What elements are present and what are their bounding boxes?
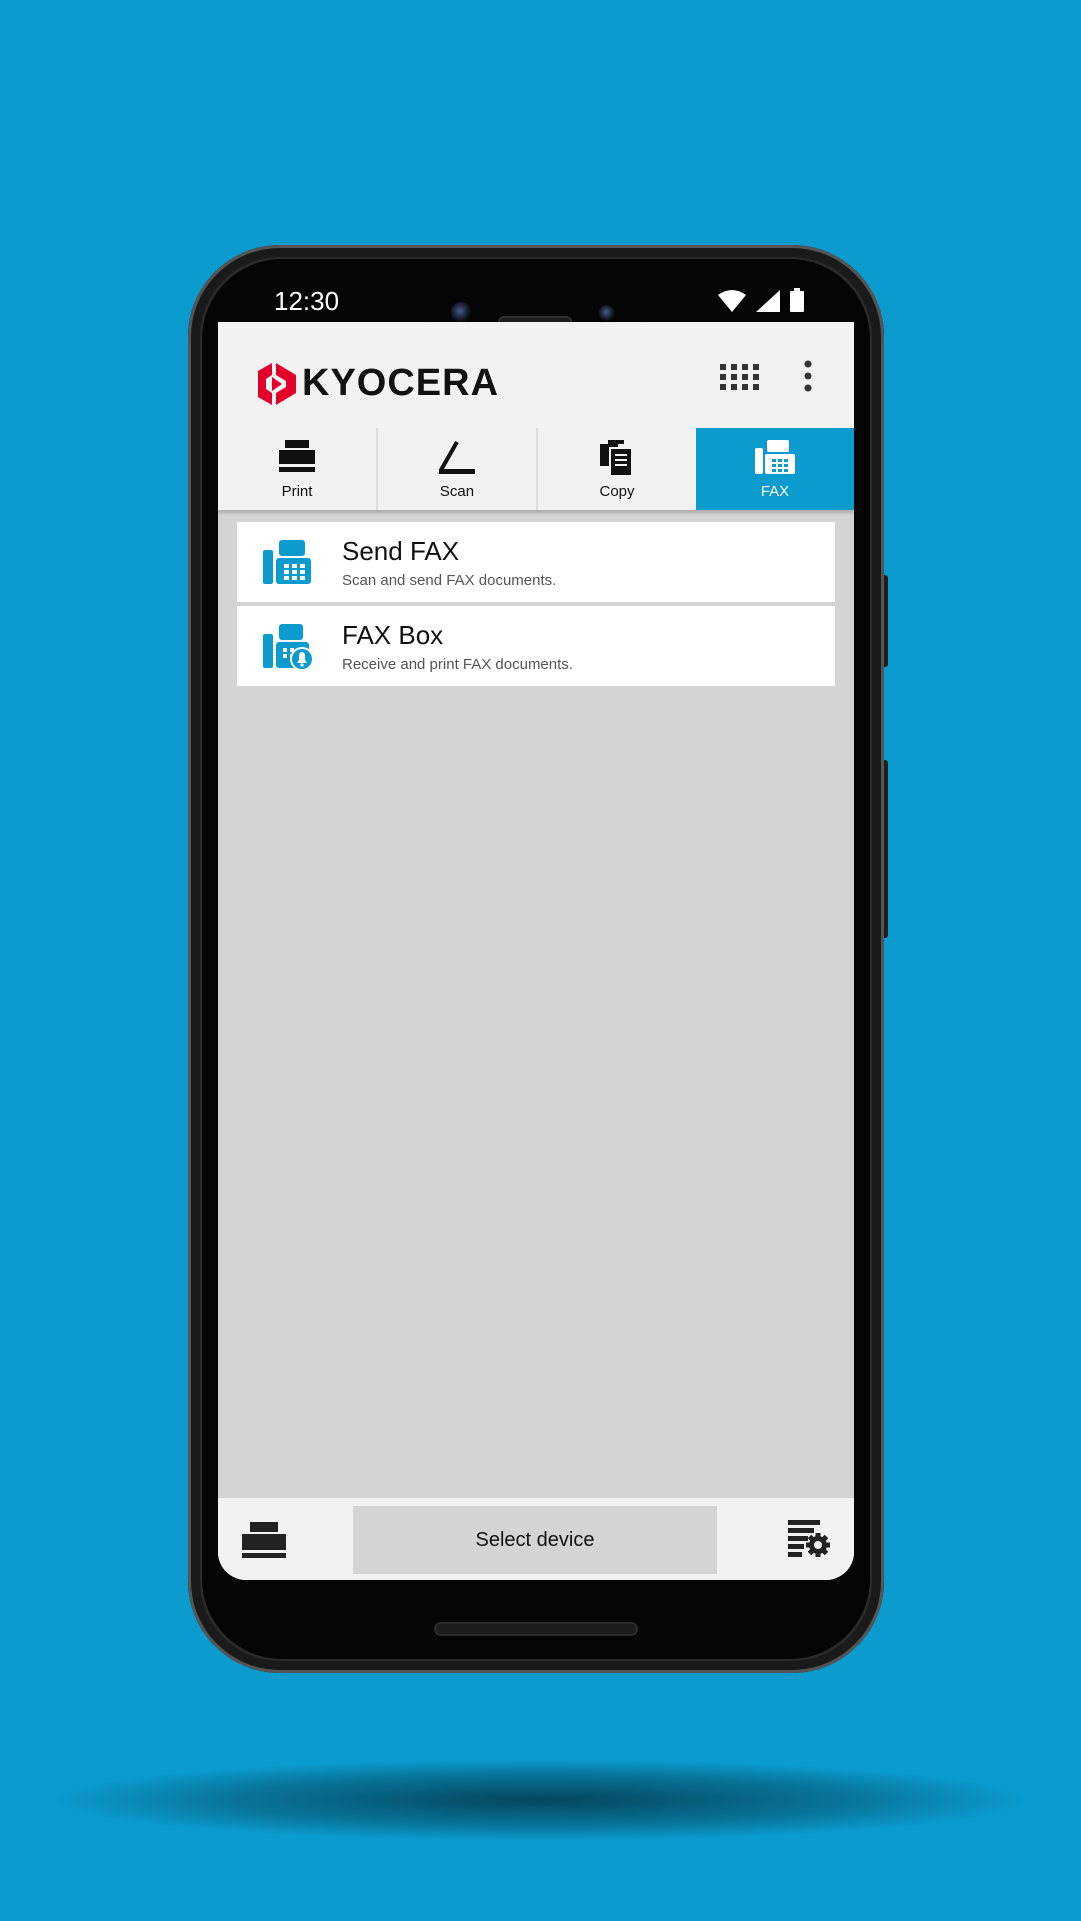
printer-icon[interactable]: [242, 1522, 286, 1558]
fax-icon: [263, 540, 311, 584]
copy-icon: [600, 440, 633, 476]
tab-print[interactable]: Print: [218, 428, 376, 510]
fax-menu-list: Send FAX Scan and send FAX documents. FA…: [218, 510, 854, 686]
battery-icon: [790, 288, 804, 312]
select-device-button[interactable]: Select device: [353, 1506, 717, 1574]
function-tabs: Print Scan Copy FAX: [218, 428, 854, 510]
phone-shadow: [60, 1760, 1020, 1840]
wifi-icon: [718, 290, 746, 312]
bottom-speaker: [434, 1622, 638, 1636]
kyocera-logo-mark: [258, 362, 296, 405]
app-bar: KYOCERA: [218, 322, 854, 428]
logo-text: KYOCERA: [302, 362, 500, 404]
tab-label: FAX: [760, 483, 790, 500]
printer-icon: [279, 440, 315, 472]
scanner-icon: [439, 441, 475, 474]
item-description: Receive and print FAX documents.: [342, 656, 573, 673]
fax-box-icon: [263, 624, 313, 670]
kyocera-logo: KYOCERA: [258, 362, 499, 405]
fax-box-item[interactable]: FAX Box Receive and print FAX documents.: [237, 606, 835, 686]
tab-label: Print: [281, 483, 313, 500]
fax-icon: [755, 440, 795, 474]
grid-icon[interactable]: [720, 364, 760, 390]
tab-label: Copy: [599, 483, 635, 500]
item-title: Send FAX: [342, 536, 460, 566]
send-fax-item[interactable]: Send FAX Scan and send FAX documents.: [237, 522, 835, 602]
tab-scan[interactable]: Scan: [376, 428, 536, 510]
tab-fax[interactable]: FAX: [696, 428, 854, 510]
front-camera: [451, 302, 471, 322]
app-screen: KYOCERA Print Scan Copy FAX Send FAX Sca…: [218, 322, 854, 1580]
signal-icon: [756, 290, 780, 312]
item-title: FAX Box: [342, 620, 444, 650]
device-settings-icon[interactable]: [788, 1520, 830, 1558]
select-device-label: Select device: [475, 1528, 595, 1551]
tab-label: Scan: [439, 483, 475, 500]
front-sensor: [599, 305, 615, 321]
item-description: Scan and send FAX documents.: [342, 572, 557, 589]
more-vert-icon[interactable]: [802, 360, 814, 392]
status-icons: [718, 288, 804, 312]
status-time: 12:30: [274, 286, 340, 316]
tab-copy[interactable]: Copy: [536, 428, 696, 510]
bottom-bar: Select device: [218, 1498, 854, 1580]
